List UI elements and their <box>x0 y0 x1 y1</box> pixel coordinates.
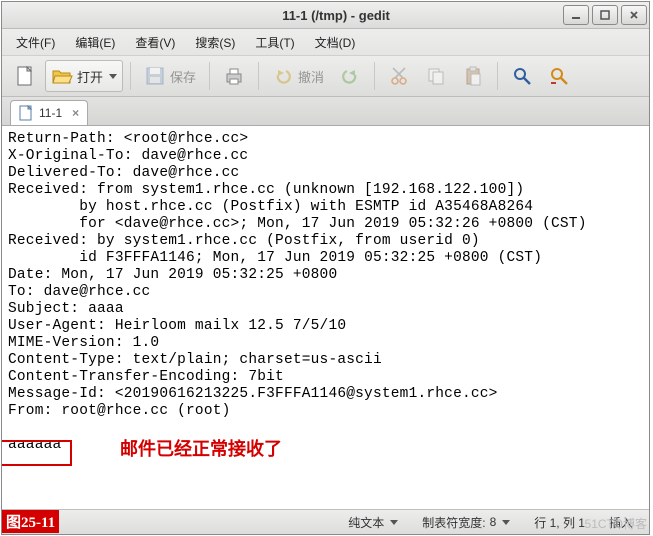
print-button[interactable] <box>217 60 251 92</box>
statusbar: 图25-11 纯文本 制表符宽度: 8 行 1, 列 1 插入 <box>2 509 649 534</box>
redo-button[interactable] <box>333 60 367 92</box>
tab-label: 11-1 <box>39 106 62 120</box>
menu-tools[interactable]: 工具(T) <box>247 31 302 54</box>
save-icon <box>144 65 166 87</box>
titlebar: 11-1 (/tmp) - gedit <box>2 2 649 29</box>
menubar: 文件(F) 编辑(E) 查看(V) 搜索(S) 工具(T) 文档(D) <box>2 29 649 56</box>
paste-button[interactable] <box>456 60 490 92</box>
maximize-button[interactable] <box>592 5 618 25</box>
scissors-icon <box>388 65 410 87</box>
chevron-down-icon <box>502 520 510 525</box>
open-button[interactable]: 打开 <box>45 60 123 92</box>
paste-icon <box>462 65 484 87</box>
tab-close-icon[interactable]: × <box>72 106 79 120</box>
annotation-note: 邮件已经正常接收了 <box>120 441 282 458</box>
document-text: Return-Path: <root@rhce.cc> X-Original-T… <box>8 131 641 454</box>
watermark: 51CTO博客 <box>585 515 647 532</box>
menu-documents[interactable]: 文档(D) <box>307 31 364 54</box>
redo-icon <box>339 65 361 87</box>
save-button[interactable]: 保存 <box>138 60 202 92</box>
minimize-button[interactable] <box>563 5 589 25</box>
find-replace-button[interactable] <box>542 60 576 92</box>
app-window: 11-1 (/tmp) - gedit 文件(F) 编辑(E) 查看(V) 搜索… <box>1 1 650 535</box>
tabstrip: 11-1 × <box>2 97 649 125</box>
folder-open-icon <box>51 65 73 87</box>
tab-11-1[interactable]: 11-1 × <box>10 100 88 125</box>
copy-button[interactable] <box>419 60 453 92</box>
editor-area[interactable]: Return-Path: <root@rhce.cc> X-Original-T… <box>2 125 649 509</box>
window-title: 11-1 (/tmp) - gedit <box>112 8 560 23</box>
status-syntax[interactable]: 纯文本 <box>336 514 410 531</box>
print-icon <box>223 65 245 87</box>
undo-icon <box>272 65 294 87</box>
search-icon <box>511 65 533 87</box>
undo-button[interactable]: 撤消 <box>266 60 330 92</box>
status-tabwidth[interactable]: 制表符宽度: 8 <box>410 514 522 531</box>
menu-edit[interactable]: 编辑(E) <box>67 31 123 54</box>
annotation-highlight-box <box>2 440 72 466</box>
menu-search[interactable]: 搜索(S) <box>187 31 243 54</box>
close-button[interactable] <box>621 5 647 25</box>
copy-icon <box>425 65 447 87</box>
find-button[interactable] <box>505 60 539 92</box>
undo-label: 撤消 <box>298 67 324 86</box>
chevron-down-icon <box>390 520 398 525</box>
menu-view[interactable]: 查看(V) <box>127 31 183 54</box>
menu-file[interactable]: 文件(F) <box>8 31 63 54</box>
figure-label: 图25-11 <box>2 510 59 533</box>
open-label: 打开 <box>77 67 103 86</box>
document-icon <box>19 105 33 121</box>
toolbar: 打开 保存 撤消 <box>2 56 649 97</box>
find-replace-icon <box>548 65 570 87</box>
save-label: 保存 <box>170 67 196 86</box>
new-button[interactable] <box>8 60 42 92</box>
new-doc-icon <box>14 65 36 87</box>
cut-button[interactable] <box>382 60 416 92</box>
chevron-down-icon <box>109 74 117 79</box>
